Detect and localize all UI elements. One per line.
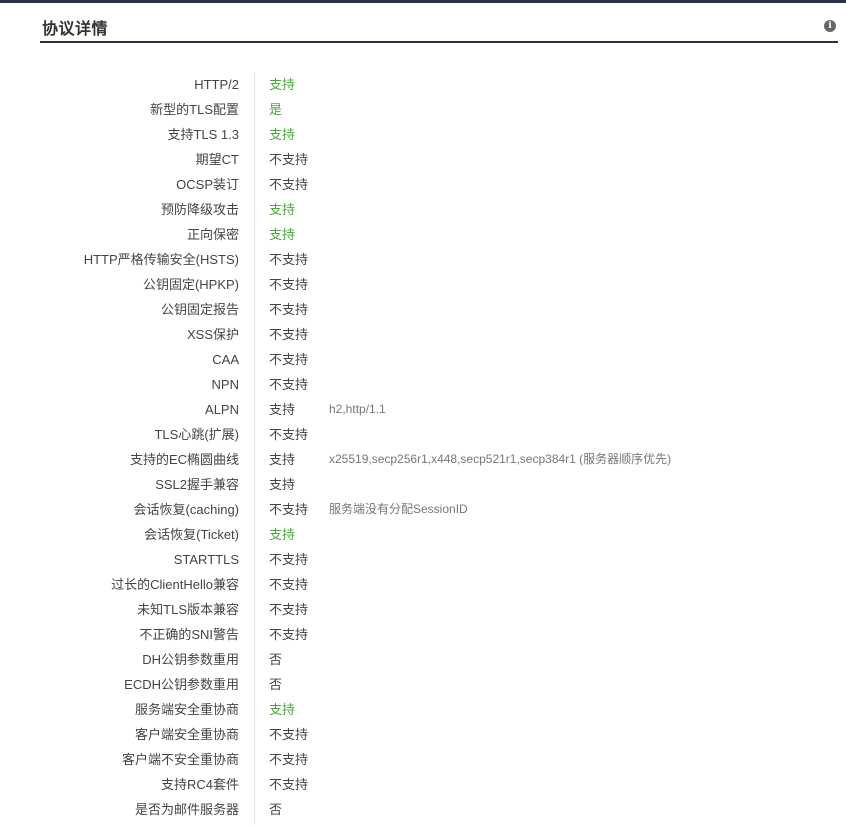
detail-label: 正向保密 (186, 227, 239, 242)
detail-label: SSL2握手兼容 (155, 477, 239, 492)
detail-value: 不支持 (269, 502, 309, 517)
detail-value: 不支持 (269, 377, 309, 392)
detail-value: 不支持 (269, 277, 309, 292)
detail-label: CAA (212, 352, 239, 367)
detail-row: 不正确的SNI警告 不支持 (0, 622, 846, 647)
detail-value: 不支持 (269, 627, 309, 642)
detail-row: 支持的EC椭圆曲线 支持 x25519,secp256r1,x448,secp521… (0, 447, 846, 472)
detail-value: 支持 (269, 202, 296, 217)
detail-label: 过长的ClientHello兼容 (111, 577, 239, 592)
detail-value: 不支持 (269, 302, 309, 317)
detail-row: 是否为邮件服务器 否 (0, 797, 846, 822)
detail-label: OCSP装订 (176, 177, 239, 192)
detail-value: 不支持 (269, 252, 309, 267)
detail-label: 会话恢复(caching) (133, 502, 239, 517)
section-header: 协议详情 i (40, 3, 838, 43)
detail-row: 公钥固定报告 不支持 (0, 297, 846, 322)
detail-value: 支持 (269, 452, 296, 467)
detail-label: TLS心跳(扩展) (154, 427, 239, 442)
detail-label: 支持TLS 1.3 (167, 127, 239, 142)
detail-row: 客户端不安全重协商 不支持 (0, 747, 846, 772)
detail-note: 服务端没有分配SessionID (329, 502, 468, 516)
detail-row: 过长的ClientHello兼容 不支持 (0, 572, 846, 597)
detail-row: 正向保密 支持 (0, 222, 846, 247)
detail-label: 支持RC4套件 (160, 777, 239, 792)
protocol-details-list: HTTP/2 支持 新型的TLS配置是支持TLS 1.3 支持 期望CT 不支持 OCSP装… (0, 72, 846, 822)
detail-value: 支持 (269, 77, 296, 92)
detail-row: CAA 不支持 (0, 347, 846, 372)
detail-row: 预防降级攻击 支持 (0, 197, 846, 222)
detail-value: 不支持 (269, 602, 309, 617)
detail-label: 客户端不安全重协商 (121, 752, 239, 767)
detail-value: 支持 (269, 227, 296, 242)
detail-label: 服务端安全重协商 (134, 702, 239, 717)
detail-row: NPN 不支持 (0, 372, 846, 397)
detail-label: 会话恢复(Ticket) (144, 527, 239, 542)
detail-row: 客户端安全重协商 不支持 (0, 722, 846, 747)
detail-label: 客户端安全重协商 (134, 727, 239, 742)
detail-row: 期望CT 不支持 (0, 147, 846, 172)
detail-value: 支持 (269, 527, 296, 542)
detail-row: 新型的TLS配置 是 (0, 97, 846, 122)
detail-value: 否 (269, 677, 283, 692)
detail-row: XSS保护 不支持 (0, 322, 846, 347)
detail-label: STARTTLS (173, 552, 239, 567)
detail-label: 未知TLS版本兼容 (137, 602, 239, 617)
detail-label: ALPN (205, 402, 239, 417)
detail-value: 支持 (269, 477, 296, 492)
detail-row: HTTP严格传输安全(HSTS) 不支持 (0, 247, 846, 272)
detail-row: 会话恢复(Ticket) 支持 (0, 522, 846, 547)
detail-value: 不支持 (269, 752, 309, 767)
detail-value: 不支持 (269, 152, 309, 167)
detail-value: 不支持 (269, 327, 309, 342)
detail-row: 公钥固定(HPKP) 不支持 (0, 272, 846, 297)
detail-value: 不支持 (269, 427, 309, 442)
detail-row: TLS心跳(扩展) 不支持 (0, 422, 846, 447)
detail-row: 会话恢复(caching) 不支持 服务端没有分配SessionID (0, 497, 846, 522)
detail-value: 支持 (269, 402, 296, 417)
info-icon[interactable]: i (824, 20, 836, 32)
detail-label: NPN (211, 377, 239, 392)
detail-label: 不正确的SNI警告 (139, 627, 239, 642)
detail-row: 服务端安全重协商 支持 (0, 697, 846, 722)
detail-label: ECDH公钥参数重用 (124, 677, 239, 692)
detail-row: ALPN 支持 h2,http/1.1 (0, 397, 846, 422)
page-title: 协议详情 (42, 21, 109, 38)
detail-value: 不支持 (269, 352, 309, 367)
detail-label: 新型的TLS配置 (150, 102, 239, 117)
detail-note: x25519,secp256r1,x448,secp521r1,secp384r… (329, 452, 672, 466)
detail-value: 不支持 (269, 577, 309, 592)
detail-label: XSS保护 (186, 327, 239, 342)
detail-label: HTTP严格传输安全(HSTS) (83, 252, 239, 267)
detail-row: 支持RC4套件 不支持 (0, 772, 846, 797)
detail-value: 否 (269, 652, 283, 667)
detail-row: ECDH公钥参数重用 否 (0, 672, 846, 697)
detail-label: HTTP/2 (194, 77, 239, 92)
detail-row: 支持TLS 1.3 支持 (0, 122, 846, 147)
detail-value: 是 (269, 102, 283, 117)
detail-label: 公钥固定报告 (160, 302, 239, 317)
detail-note: h2,http/1.1 (329, 402, 386, 416)
detail-value: 不支持 (269, 177, 309, 192)
detail-label: 公钥固定(HPKP) (142, 277, 239, 292)
detail-row: STARTTLS 不支持 (0, 547, 846, 572)
detail-label: DH公钥参数重用 (142, 652, 239, 667)
detail-value: 不支持 (269, 777, 309, 792)
detail-value: 支持 (269, 702, 296, 717)
detail-row: 未知TLS版本兼容 不支持 (0, 597, 846, 622)
detail-label: 是否为邮件服务器 (134, 802, 239, 817)
detail-row: DH公钥参数重用 否 (0, 647, 846, 672)
detail-label: 期望CT (195, 152, 239, 167)
detail-label: 支持的EC椭圆曲线 (129, 452, 239, 467)
detail-value: 不支持 (269, 727, 309, 742)
detail-row: SSL2握手兼容 支持 (0, 472, 846, 497)
detail-row: OCSP装订 不支持 (0, 172, 846, 197)
detail-row: HTTP/2 支持 (0, 72, 846, 97)
detail-value: 否 (269, 802, 283, 817)
detail-value: 支持 (269, 127, 296, 142)
detail-label: 预防降级攻击 (160, 202, 239, 217)
detail-value: 不支持 (269, 552, 309, 567)
